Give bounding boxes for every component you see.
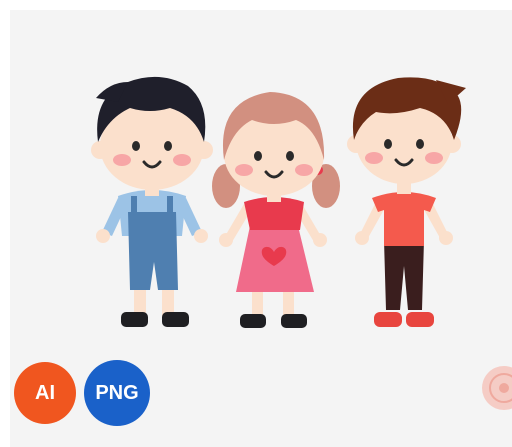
boy-right-shoe-right [406,312,434,327]
ai-format-label: AI [35,381,55,404]
children-illustration [91,76,466,328]
boy-right [347,77,466,327]
girl-middle [212,92,340,328]
page: AI PNG [0,0,512,447]
boy-left-shoe-left [121,312,148,327]
boy-left [91,76,213,327]
png-format-label: PNG [95,381,139,404]
boy-left-shoe-right [162,312,189,327]
ai-format-badge[interactable]: AI [14,362,76,424]
girl-shoe-left [240,314,266,328]
boy-right-shirt [372,192,436,246]
logo-stamp-icon [482,366,512,410]
girl-shoe-right [281,314,307,328]
png-format-badge[interactable]: PNG [84,360,150,426]
boy-left-overalls [128,212,178,290]
boy-right-pants [384,240,424,310]
boy-right-shoe-left [374,312,402,327]
